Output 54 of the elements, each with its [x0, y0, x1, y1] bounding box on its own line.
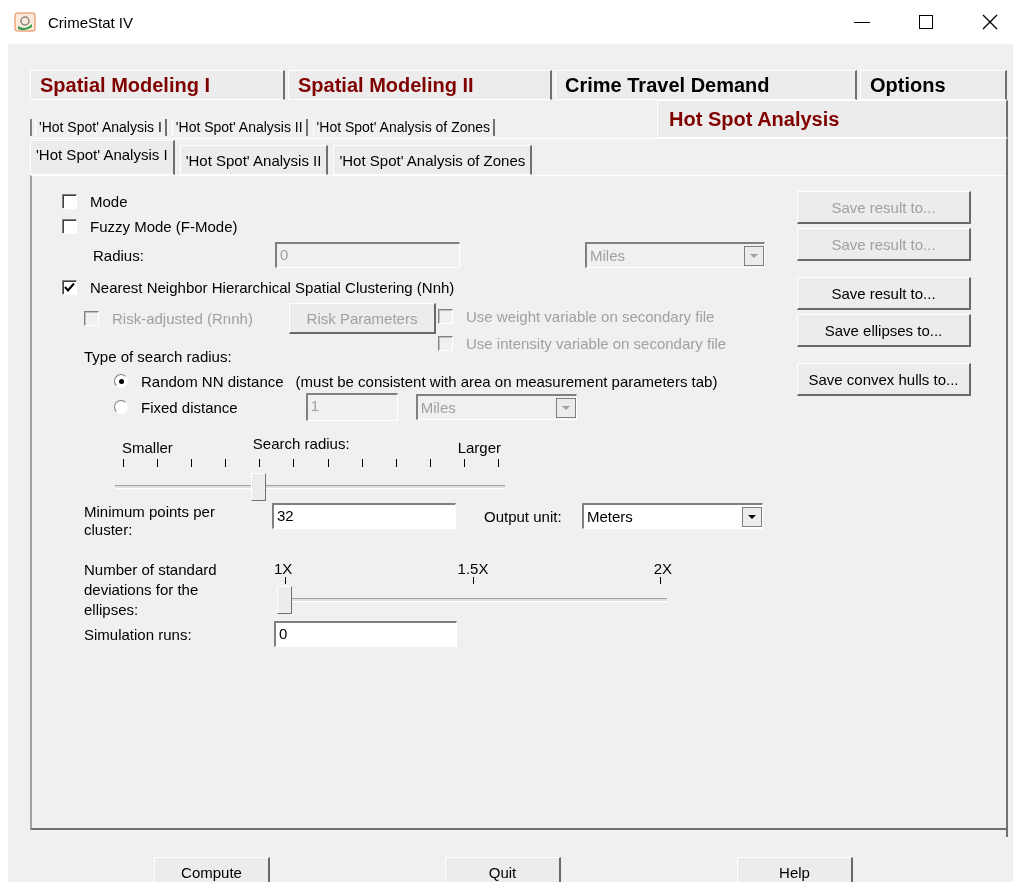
tick-label: 2X — [653, 560, 672, 577]
maximize-icon[interactable] — [917, 13, 935, 31]
checkbox[interactable] — [62, 194, 77, 209]
radio-button[interactable] — [114, 374, 128, 388]
tab[interactable]: 'Hot Spot' Analysis II — [179, 145, 329, 175]
field-label: Simulation runs: — [84, 625, 193, 643]
tick-label: 1.5X — [457, 560, 489, 577]
checkbox-label: Use intensity variable on secondary file — [466, 335, 727, 352]
slider-thumb[interactable] — [277, 586, 292, 614]
tab[interactable]: Hot Spot Analysis — [657, 100, 1008, 138]
save-button[interactable]: Save convex hulls to... — [797, 363, 971, 396]
tab[interactable]: Spatial Modeling I — [30, 70, 285, 100]
slider-label: Larger — [457, 439, 501, 456]
dropdown[interactable]: Meters — [582, 503, 763, 529]
dialog-button[interactable]: Quit — [445, 857, 561, 882]
slider-label: Smaller — [122, 439, 173, 456]
text-field[interactable]: 0 — [274, 621, 457, 647]
checkbox[interactable] — [62, 280, 77, 295]
save-button[interactable]: Save result to... — [797, 277, 971, 310]
slider-track[interactable] — [115, 472, 505, 502]
app-icon — [14, 12, 36, 32]
tab[interactable]: 'Hot Spot' Analysis of Zones — [333, 145, 533, 175]
checkbox-label: Use weight variable on secondary file — [466, 308, 715, 325]
save-button[interactable]: Save ellipses to... — [797, 314, 971, 347]
slider-title: Search radius: — [252, 435, 350, 452]
dialog-button[interactable]: Compute — [154, 857, 270, 882]
field-label: Radius: — [93, 246, 145, 264]
section-label: Type of search radius: — [84, 348, 233, 365]
checkbox-label: Nearest Neighbor Hierarchical Spatial Clustering (Nnh) — [90, 279, 455, 296]
radio-label: Random NN distance — [141, 372, 284, 390]
checkbox[interactable] — [62, 219, 77, 234]
field-label: Minimum points per cluster: — [84, 503, 216, 539]
dialog-button[interactable]: Help — [737, 857, 853, 882]
field-label: Number of standard deviations for the ellipses: — [84, 560, 218, 620]
checkbox-label: Mode — [90, 193, 128, 210]
sub-tab[interactable]: 'Hot Spot' Analysis I — [35, 119, 167, 136]
tab[interactable]: Spatial Modeling II — [288, 70, 552, 100]
tick-label: 1X — [274, 560, 293, 577]
hint-text: (must be consistent with area on measurement parameters tab) — [295, 372, 718, 390]
window-title: CrimeStat IV — [48, 13, 134, 31]
radio-label: Fixed distance — [141, 398, 238, 416]
radio-button[interactable] — [114, 400, 128, 414]
sub-tab[interactable]: 'Hot Spot' Analysis II — [171, 119, 308, 136]
slider-track[interactable] — [277, 585, 667, 615]
field-label: Output unit: — [484, 508, 563, 525]
checkbox-label: Risk-adjusted (Rnnh) — [112, 310, 253, 327]
sub-tab[interactable]: 'Hot Spot' Analysis of Zones — [312, 119, 496, 136]
slider-thumb[interactable] — [251, 473, 267, 501]
text-field[interactable]: 32 — [272, 503, 456, 529]
tab[interactable]: 'Hot Spot' Analysis I — [30, 140, 175, 175]
tab[interactable]: Crime Travel Demand — [555, 70, 857, 100]
tab[interactable]: Options — [860, 70, 1007, 100]
close-icon[interactable] — [981, 13, 999, 31]
checkbox-label: Fuzzy Mode (F-Mode) — [90, 218, 238, 235]
